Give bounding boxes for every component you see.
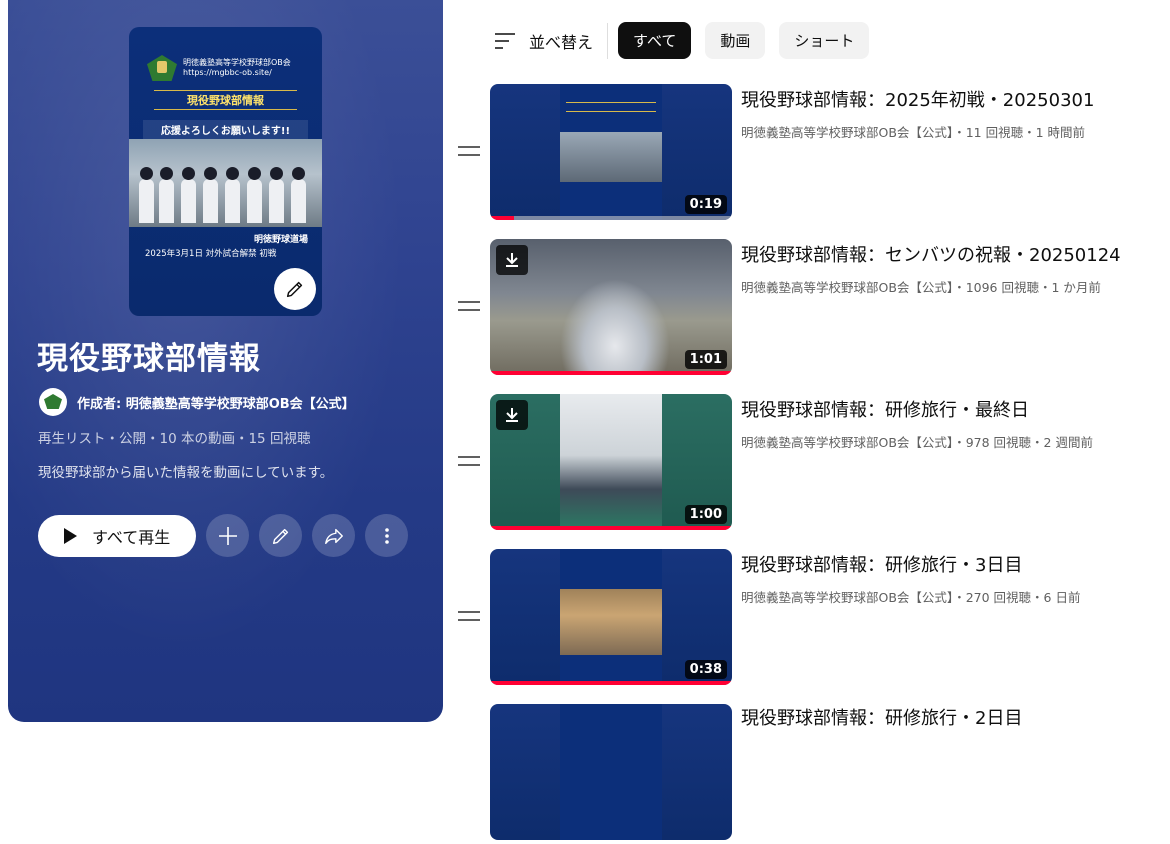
drag-handle-icon[interactable]: [458, 456, 480, 470]
video-meta: 明徳義塾高等学校野球部OB会【公式】・978 回視聴・2 週間前: [741, 435, 1093, 450]
duration-badge: 1:00: [684, 505, 727, 524]
playlist-header-panel: 明徳義塾高等学校野球部OB会 https://mgbbc-ob.site/ 現役…: [8, 0, 443, 722]
pencil-icon: [286, 281, 303, 298]
cover-org-name: 明徳義塾高等学校野球部OB会: [183, 58, 291, 67]
list-item[interactable]: 0:19 現役野球部情報：2025年初戦・20250301 明徳義塾高等学校野球…: [458, 84, 1170, 224]
drag-handle-icon[interactable]: [458, 611, 480, 625]
video-thumbnail[interactable]: 1:01: [490, 239, 732, 375]
edit-thumbnail-button[interactable]: [274, 268, 316, 310]
drag-handle-icon[interactable]: [458, 146, 480, 160]
playlist-author[interactable]: 作成者: 明徳義塾高等学校野球部OB会【公式】: [39, 388, 355, 416]
cover-org-text: 明徳義塾高等学校野球部OB会 https://mgbbc-ob.site/: [183, 58, 291, 79]
avatar[interactable]: [39, 388, 67, 416]
download-icon: [496, 245, 528, 275]
list-item[interactable]: 0:38 現役野球部情報：研修旅行・3日目 明徳義塾高等学校野球部OB会【公式】…: [458, 549, 1170, 689]
thumbnail-art: [560, 549, 662, 685]
share-button[interactable]: [312, 514, 356, 557]
sort-icon: [495, 32, 515, 49]
player-figure: [225, 167, 240, 223]
video-stats: 1096 回視聴・1 か月前: [965, 280, 1101, 295]
video-stats: 978 回視聴・2 週間前: [965, 435, 1093, 450]
channel-name[interactable]: 明徳義塾高等学校野球部OB会【公式】: [741, 590, 953, 605]
cover-banner: 応援よろしくお願いします!!: [143, 120, 308, 139]
list-item[interactable]: 1:00 現役野球部情報：研修旅行・最終日 明徳義塾高等学校野球部OB会【公式】…: [458, 394, 1170, 534]
video-thumbnail[interactable]: [490, 704, 732, 840]
filter-bar: 並べ替え すべて 動画 ショート: [493, 22, 883, 59]
download-icon: [496, 400, 528, 430]
add-to-button[interactable]: [206, 514, 250, 557]
share-icon: [324, 528, 343, 544]
player-figure: [247, 167, 262, 223]
school-crest-icon: [147, 55, 177, 81]
watch-progress-bar: [490, 216, 515, 220]
watch-progress-bar: [490, 371, 732, 375]
video-title[interactable]: 現役野球部情報：研修旅行・3日目: [741, 551, 1022, 577]
thumbnail-art: [560, 394, 662, 530]
play-all-label: すべて再生: [92, 527, 171, 547]
player-figure: [291, 167, 306, 223]
sort-button[interactable]: 並べ替え: [493, 29, 593, 53]
thumbnail-art: [560, 84, 662, 220]
watch-progress-bar: [490, 526, 732, 530]
playlist-actions: すべて再生: [38, 514, 409, 557]
cover-title: 現役野球部情報: [154, 90, 297, 110]
chip-shorts[interactable]: ショート: [779, 22, 870, 59]
divider: [607, 22, 609, 59]
cover-place: 明徳野球道場: [253, 235, 308, 245]
video-thumbnail[interactable]: 0:19: [490, 84, 732, 220]
list-item[interactable]: 1:01 現役野球部情報：センバツの祝報・20250124 明徳義塾高等学校野球…: [458, 239, 1170, 379]
more-vert-icon: [384, 527, 389, 544]
list-item[interactable]: 現役野球部情報：研修旅行・2日目: [458, 704, 1170, 844]
player-figure: [203, 167, 218, 223]
chip-all[interactable]: すべて: [618, 22, 692, 59]
playlist-cover-image[interactable]: 明徳義塾高等学校野球部OB会 https://mgbbc-ob.site/ 現役…: [129, 27, 322, 316]
playlist-title: 現役野球部情報: [37, 341, 261, 377]
cover-team-photo: [129, 139, 322, 227]
thumbnail-art: [560, 704, 662, 840]
player-figure: [181, 167, 196, 223]
cover-date: 2025年3月1日 対外試合解禁 初戦: [145, 249, 277, 259]
playlist-meta: 再生リスト・公開・10 本の動画・15 回視聴: [38, 431, 311, 447]
duration-badge: 0:19: [684, 195, 727, 214]
video-title[interactable]: 現役野球部情報：センバツの祝報・20250124: [741, 241, 1121, 267]
channel-name[interactable]: 明徳義塾高等学校野球部OB会【公式】: [741, 435, 953, 450]
video-title[interactable]: 現役野球部情報：研修旅行・最終日: [741, 396, 1029, 422]
more-options-button[interactable]: [365, 514, 409, 557]
video-thumbnail[interactable]: 1:00: [490, 394, 732, 530]
duration-badge: 1:01: [684, 350, 727, 369]
pencil-icon: [272, 528, 288, 544]
channel-name[interactable]: 明徳義塾高等学校野球部OB会【公式】: [741, 125, 953, 140]
edit-playlist-button[interactable]: [259, 514, 303, 557]
drag-handle-icon[interactable]: [458, 301, 480, 315]
player-figure: [139, 167, 154, 223]
player-figure: [159, 167, 174, 223]
sort-label: 並べ替え: [529, 32, 594, 52]
play-icon: [64, 527, 77, 544]
watch-progress-bar: [490, 681, 732, 685]
cover-org-url: https://mgbbc-ob.site/: [183, 68, 272, 78]
plus-icon: [218, 526, 237, 545]
playlist-description: 現役野球部から届いた情報を動画にしています。: [38, 465, 334, 481]
video-meta: 明徳義塾高等学校野球部OB会【公式】・11 回視聴・1 時間前: [741, 125, 1085, 140]
video-title[interactable]: 現役野球部情報：研修旅行・2日目: [741, 704, 1022, 730]
player-figure: [269, 167, 284, 223]
video-title[interactable]: 現役野球部情報：2025年初戦・20250301: [741, 86, 1094, 112]
chip-videos[interactable]: 動画: [705, 22, 766, 59]
video-stats: 270 回視聴・6 日前: [965, 590, 1081, 605]
video-meta: 明徳義塾高等学校野球部OB会【公式】・270 回視聴・6 日前: [741, 590, 1081, 605]
duration-badge: 0:38: [684, 660, 727, 679]
author-name[interactable]: 作成者: 明徳義塾高等学校野球部OB会【公式】: [77, 393, 355, 412]
watch-progress-track: [490, 216, 732, 220]
play-all-button[interactable]: すべて再生: [38, 514, 197, 557]
thumbnail-art: [560, 279, 670, 375]
video-stats: 11 回視聴・1 時間前: [965, 125, 1085, 140]
video-meta: 明徳義塾高等学校野球部OB会【公式】・1096 回視聴・1 か月前: [741, 280, 1101, 295]
channel-name[interactable]: 明徳義塾高等学校野球部OB会【公式】: [741, 280, 953, 295]
video-thumbnail[interactable]: 0:38: [490, 549, 732, 685]
